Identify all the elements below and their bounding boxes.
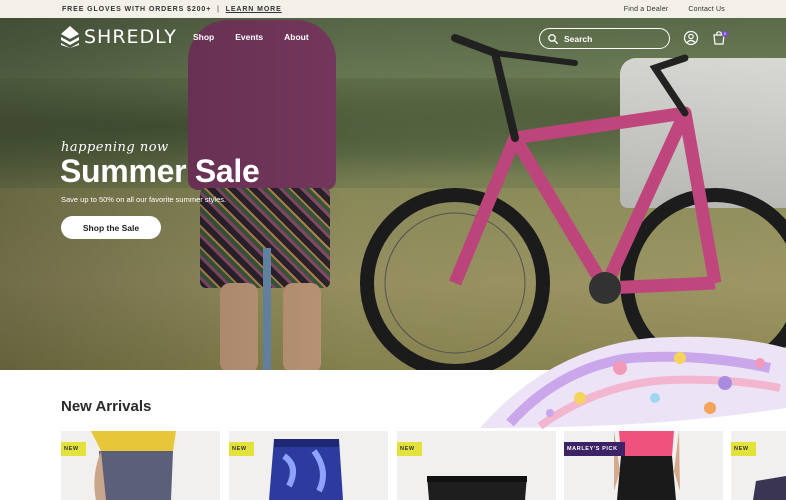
promo-text: FREE GLOVES WITH ORDERS $200+ [62,5,212,13]
product-badge: NEW [61,442,86,456]
contact-us-link[interactable]: Contact Us [688,6,725,13]
brand-logo[interactable]: SHREDLY [61,26,177,48]
product-card[interactable]: NEW [397,431,556,500]
logo-mark-icon [61,26,79,48]
promo-separator: | [217,5,220,13]
product-card[interactable]: NEW [731,431,786,500]
hero-title: Summer Sale [60,153,260,189]
nav-events[interactable]: Events [235,32,263,42]
shop-sale-button[interactable]: Shop the Sale [61,216,161,239]
promo-message: FREE GLOVES WITH ORDERS $200+ | LEARN MO… [62,6,282,13]
product-badge: NEW [397,442,422,456]
main-nav: Shop Events About [193,32,309,42]
product-badge: NEW [229,442,254,456]
product-card[interactable]: NEW [61,431,220,500]
search-input[interactable]: Search [539,28,670,49]
account-icon[interactable] [683,30,699,46]
brand-name: SHREDLY [84,26,177,48]
cart-count-badge: 0 [722,31,728,37]
hero-overlay [0,18,786,370]
search-icon [548,33,558,44]
nav-shop[interactable]: Shop [193,32,214,42]
product-badge: MARLEY'S PICK [564,442,625,456]
utility-links: Find a Dealer Contact Us [624,6,725,13]
product-card[interactable]: MARLEY'S PICK [564,431,723,500]
nav-about[interactable]: About [284,32,309,42]
announcement-bar: FREE GLOVES WITH ORDERS $200+ | LEARN MO… [0,0,786,18]
product-card[interactable]: NEW [229,431,388,500]
hero-subtitle: Save up to 50% on all our favorite summe… [61,195,227,204]
new-arrivals-title: New Arrivals [61,398,152,415]
hero-banner [0,18,786,370]
search-placeholder: Search [564,33,593,44]
product-badge: NEW [731,442,756,456]
floral-decoration [480,336,786,430]
learn-more-link[interactable]: LEARN MORE [226,6,282,13]
site-header: SHREDLY Shop Events About Search 0 [0,18,786,60]
find-dealer-link[interactable]: Find a Dealer [624,6,669,13]
